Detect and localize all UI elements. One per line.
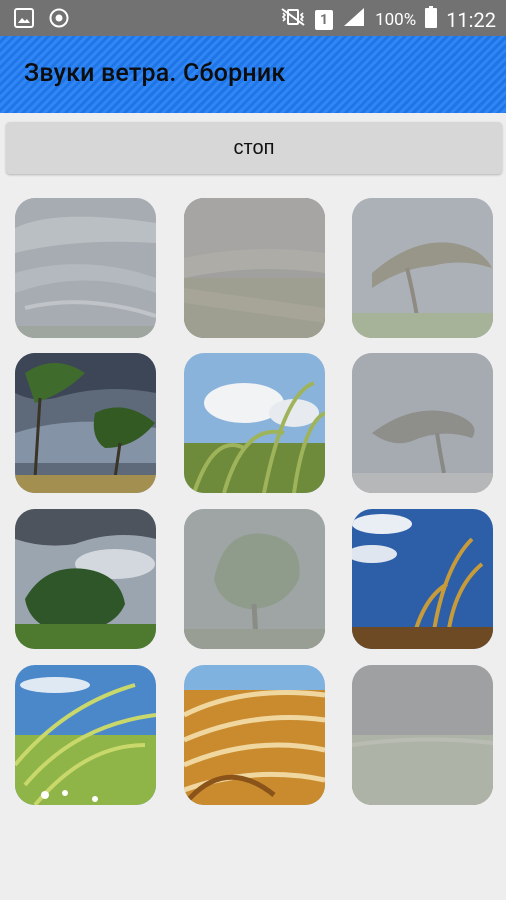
sound-tile-green-tree-clouds[interactable]	[15, 509, 156, 649]
sound-tile-wheat-meadow[interactable]	[15, 665, 156, 805]
clouds-streaks-image	[15, 198, 156, 338]
sound-tile-orange-grass[interactable]	[184, 665, 325, 805]
sound-tile-bare-tree-storm[interactable]	[352, 353, 493, 493]
grass-sky-clouds-image	[184, 353, 325, 493]
signal-icon	[342, 7, 366, 32]
grey-sky-field-image	[352, 665, 493, 805]
sound-tile-bent-trees-storm[interactable]	[15, 353, 156, 493]
windblown-tree-hill-image	[352, 198, 493, 338]
app-bar: Звуки ветра. Сборник	[0, 36, 506, 113]
vibrate-icon	[280, 7, 306, 32]
sound-tile-grey-sky-field[interactable]	[352, 665, 493, 805]
wheat-meadow-image	[15, 665, 156, 805]
sync-icon	[48, 7, 70, 33]
sound-tile-windblown-tree-hill[interactable]	[352, 198, 493, 338]
clock: 11:22	[446, 7, 496, 32]
tree-fog-image	[184, 509, 325, 649]
sound-tile-grass-sky-clouds[interactable]	[184, 353, 325, 493]
sound-tile-tree-fog[interactable]	[184, 509, 325, 649]
stop-button[interactable]: стоп	[6, 122, 502, 174]
bent-trees-storm-image	[15, 353, 156, 493]
sound-tile-clouds-streaks[interactable]	[15, 198, 156, 338]
status-bar: 1 100% 11:22	[0, 0, 506, 36]
bare-tree-storm-image	[352, 353, 493, 493]
sound-tile-dust-field[interactable]	[184, 198, 325, 338]
green-tree-clouds-image	[15, 509, 156, 649]
gallery-icon	[14, 8, 34, 32]
sound-tile-golden-grass-blue-sky[interactable]	[352, 509, 493, 649]
battery-percent: 100%	[375, 9, 417, 30]
battery-icon	[425, 6, 438, 33]
page-title: Звуки ветра. Сборник	[24, 59, 286, 88]
orange-grass-image	[184, 665, 325, 805]
golden-grass-blue-sky-image	[352, 509, 493, 649]
sim-slot-badge: 1	[315, 9, 334, 30]
dust-field-image	[184, 198, 325, 338]
